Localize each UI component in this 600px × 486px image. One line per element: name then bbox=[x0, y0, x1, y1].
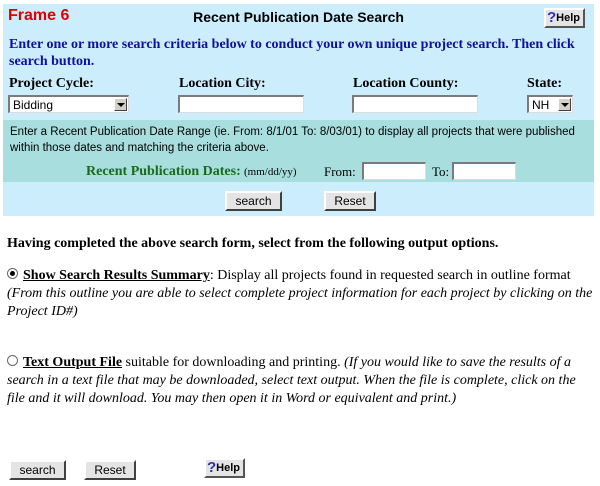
summary-option: Show Search Results Summary: Display all… bbox=[7, 267, 593, 321]
project-cycle-label: Project Cycle: bbox=[9, 76, 94, 91]
to-date-input[interactable] bbox=[452, 162, 516, 180]
chevron-down-icon[interactable] bbox=[558, 98, 571, 111]
text-output-radio[interactable] bbox=[7, 355, 18, 366]
page-title: Recent Publication Date Search bbox=[193, 9, 404, 25]
header-bar: Frame 6 Recent Publication Date Search ?… bbox=[3, 4, 594, 32]
text-output-desc: suitable for downloading and printing. bbox=[122, 355, 345, 370]
question-mark-icon: ? bbox=[207, 459, 217, 476]
summary-option-note: (From this outline you are able to selec… bbox=[7, 286, 593, 319]
reset-button[interactable]: Reset bbox=[324, 191, 376, 211]
state-label: State: bbox=[527, 76, 562, 91]
summary-option-label[interactable]: Show Search Results Summary bbox=[23, 268, 210, 283]
search-instructions: Enter one or more search criteria below … bbox=[9, 37, 575, 69]
output-options-heading: Having completed the above search form, … bbox=[7, 236, 499, 251]
to-label: To: bbox=[432, 164, 450, 179]
location-city-label: Location City: bbox=[179, 76, 266, 91]
footer-reset-button[interactable]: Reset bbox=[84, 460, 136, 480]
text-output-label[interactable]: Text Output File bbox=[23, 355, 122, 370]
chevron-down-icon[interactable] bbox=[114, 98, 127, 111]
footer-search-button[interactable]: search bbox=[9, 460, 66, 480]
search-button[interactable]: search bbox=[225, 191, 282, 211]
summary-option-desc: : Display all projects found in requeste… bbox=[209, 268, 571, 283]
help-button[interactable]: ?Help bbox=[544, 8, 586, 28]
project-cycle-select[interactable]: Bidding bbox=[8, 95, 129, 113]
summary-radio[interactable] bbox=[7, 268, 18, 279]
state-value: NH bbox=[532, 98, 550, 112]
from-date-input[interactable] bbox=[362, 162, 426, 180]
project-cycle-value: Bidding bbox=[13, 98, 54, 112]
question-mark-icon: ? bbox=[547, 9, 557, 26]
state-select[interactable]: NH bbox=[527, 95, 573, 113]
date-format-hint: (mm/dd/yy) bbox=[244, 166, 297, 178]
date-range-instructions: Enter a Recent Publication Date Range (i… bbox=[10, 126, 575, 154]
location-county-label: Location County: bbox=[353, 76, 459, 91]
footer-help-label: Help bbox=[216, 462, 241, 474]
help-label: Help bbox=[556, 12, 581, 24]
date-range-row: Recent Publication Dates: (mm/dd/yy) bbox=[86, 163, 297, 180]
footer-help-button[interactable]: ?Help bbox=[204, 458, 246, 478]
location-city-input[interactable] bbox=[178, 95, 304, 113]
text-output-option: Text Output File suitable for downloadin… bbox=[7, 354, 593, 408]
from-label: From: bbox=[324, 164, 356, 179]
recent-dates-label: Recent Publication Dates: bbox=[86, 164, 241, 179]
location-county-input[interactable] bbox=[352, 95, 478, 113]
